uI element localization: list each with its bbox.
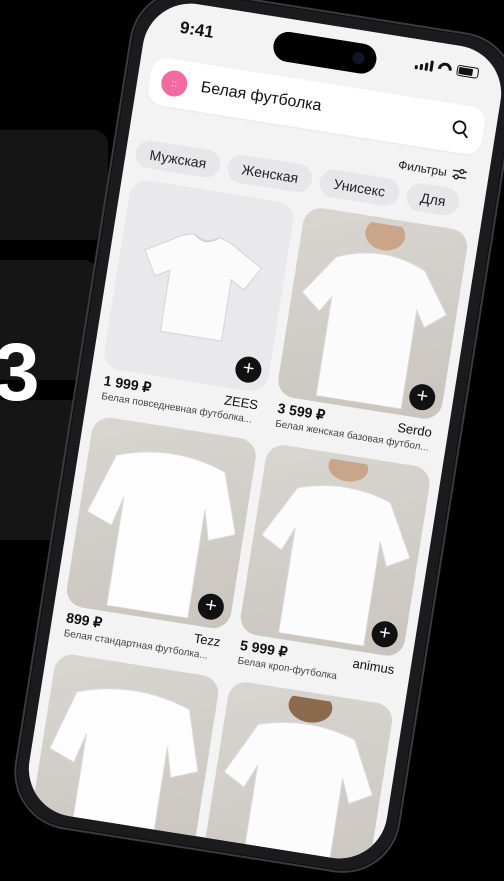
wifi-icon (437, 62, 453, 75)
status-time: 9:41 (178, 17, 216, 42)
product-card[interactable] (200, 679, 395, 866)
signal-icon (414, 58, 434, 72)
tshirt-image (144, 232, 263, 342)
tshirt-image (223, 690, 373, 866)
product-image[interactable]: + (101, 178, 296, 394)
search-icon[interactable] (448, 116, 473, 141)
product-card[interactable]: + 1 999 ₽ ZEES Белая повседневная футбол… (95, 178, 296, 435)
product-image[interactable]: + (238, 442, 433, 659)
app-logo-icon[interactable]: :: (159, 68, 190, 99)
add-to-cart-button[interactable]: + (233, 354, 264, 385)
product-image[interactable]: + (275, 205, 470, 422)
tshirt-image (301, 218, 448, 410)
product-image[interactable] (26, 652, 221, 866)
sliders-icon (452, 168, 468, 180)
product-card[interactable] (26, 652, 221, 866)
product-card[interactable]: + 899 ₽ Tezz Белая стандартная футболка.… (58, 415, 259, 672)
status-icons (414, 58, 480, 79)
battery-icon (455, 64, 480, 79)
background-digit: 3 (0, 327, 40, 418)
product-card[interactable]: + 3 599 ₽ Serdo Белая женская базовая фу… (269, 205, 470, 463)
tshirt-image (86, 451, 236, 619)
tshirt-image (261, 453, 411, 647)
product-image[interactable]: + (64, 415, 259, 631)
product-image[interactable] (200, 679, 395, 866)
product-card[interactable]: + 5 999 ₽ animus Белая кроп-футболка (232, 442, 433, 700)
tshirt-image (49, 688, 199, 856)
